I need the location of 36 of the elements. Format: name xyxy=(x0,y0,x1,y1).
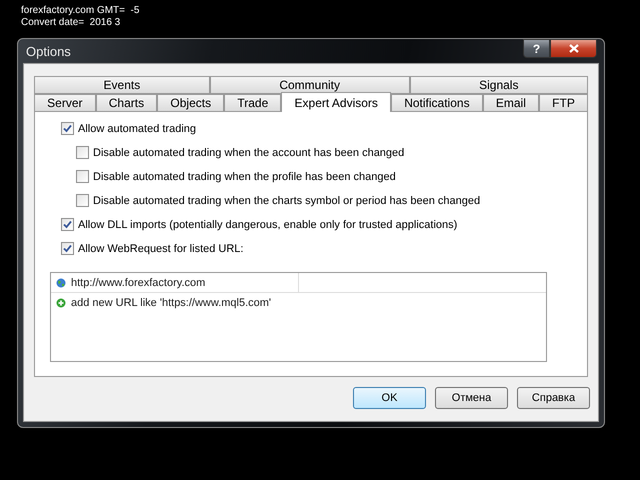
tab[interactable]: Trade xyxy=(224,94,282,112)
checkbox[interactable] xyxy=(76,170,89,183)
window-title: Options xyxy=(25,44,71,58)
checkbox[interactable] xyxy=(61,218,74,231)
tab[interactable]: Email xyxy=(482,94,540,112)
globe-icon xyxy=(56,278,66,288)
dialog-button[interactable]: OK xyxy=(353,387,426,409)
help-button[interactable]: ? xyxy=(523,39,550,58)
tab[interactable]: FTP xyxy=(539,94,588,112)
plus-icon xyxy=(56,298,66,308)
dialog-button[interactable]: Справка xyxy=(517,387,590,409)
checkbox-label: Disable automated trading when the profile has been changed xyxy=(93,170,396,182)
overlay-text: Convert date= 2016 3 xyxy=(21,17,122,29)
tab[interactable]: Events xyxy=(34,76,210,94)
checkbox[interactable] xyxy=(76,146,89,159)
tab[interactable]: Objects xyxy=(157,94,224,112)
checkbox-label: Disable automated trading when the account has been changed xyxy=(93,146,404,158)
tab[interactable]: Community xyxy=(210,76,410,94)
checkbox[interactable] xyxy=(61,242,74,255)
tab[interactable]: Expert Advisors xyxy=(281,92,392,112)
checkbox-label: Allow DLL imports (potentially dangerous, enable only for trusted applications) xyxy=(78,218,458,230)
url-list-item[interactable]: add new URL like 'https://www.mql5.com' xyxy=(51,293,272,312)
checkbox[interactable] xyxy=(76,194,89,207)
checkbox[interactable] xyxy=(61,122,74,135)
overlay-text: forexfactory.com GMT= -5 xyxy=(21,5,140,17)
url-list-item[interactable]: http://www.forexfactory.com xyxy=(51,273,299,292)
close-button[interactable] xyxy=(550,39,597,58)
checkbox-label: Allow automated trading xyxy=(78,122,196,134)
tab[interactable]: Server xyxy=(34,94,96,112)
tab[interactable]: Charts xyxy=(96,94,158,112)
dialog-button[interactable]: Отмена xyxy=(435,387,508,409)
close-icon xyxy=(568,44,578,53)
tab[interactable]: Notifications xyxy=(391,94,483,112)
checkbox-label: Disable automated trading when the charts symbol or period has been changed xyxy=(93,194,480,206)
checkbox-label: Allow WebRequest for listed URL: xyxy=(78,242,244,254)
tab[interactable]: Signals xyxy=(410,76,588,94)
